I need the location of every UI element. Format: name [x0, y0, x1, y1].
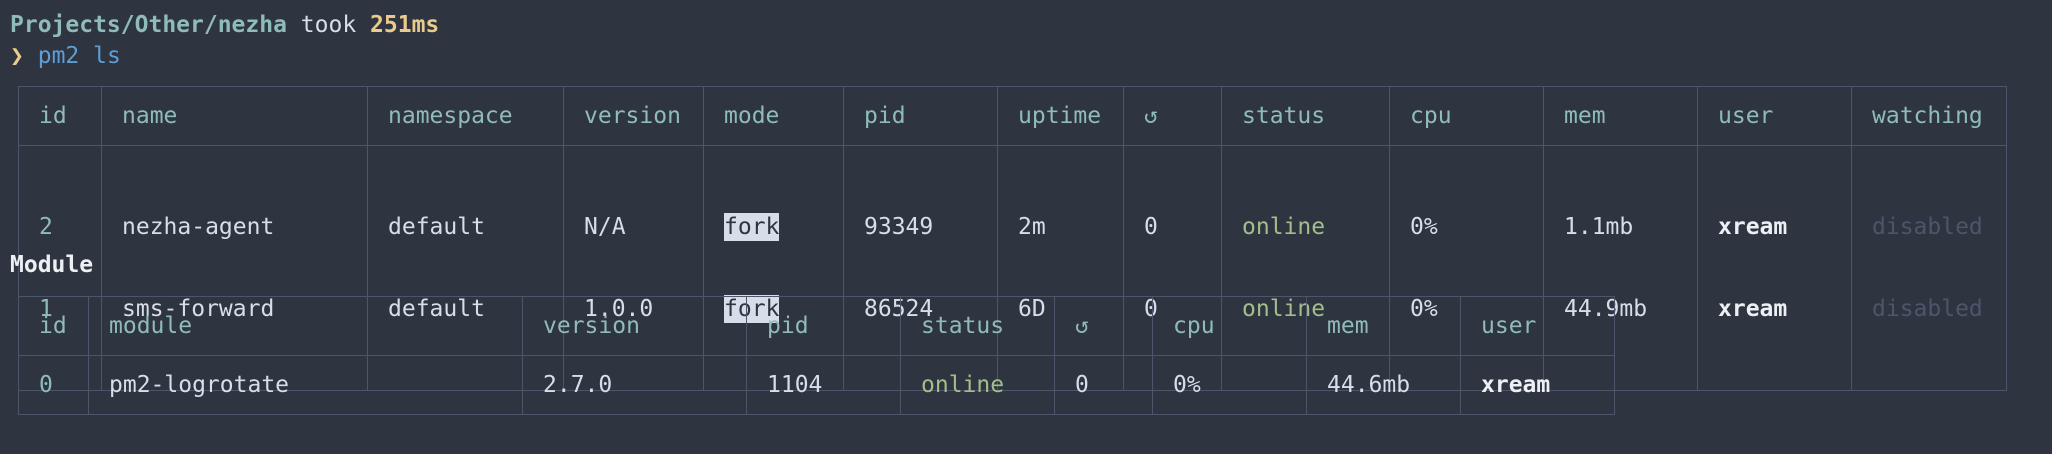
table-row-cell: default — [388, 214, 485, 240]
table-row-cell: 1104 — [767, 372, 823, 398]
table-row-cell: 44.6mb — [1327, 372, 1411, 398]
table-row-cell: N/A — [584, 214, 626, 240]
terminal-window: Projects/Other/nezha took 251ms ❯ pm2 ls… — [0, 0, 2052, 454]
table-row-cell: 1.1mb — [1564, 214, 1634, 240]
table-row-cell: disabled — [1872, 214, 1983, 240]
table-row-cell: 93349 — [864, 214, 934, 240]
col-header-module: module — [88, 296, 523, 356]
cell-status: online — [900, 355, 1055, 415]
col-header-cpu: cpu — [1152, 296, 1307, 356]
took-duration: 251ms — [370, 12, 440, 38]
status-badge: online — [1242, 214, 1326, 240]
table-row-cell: xream — [1718, 214, 1788, 240]
col-header-user: user — [1697, 86, 1852, 146]
table-row: 0 pm2-logrotate 2.7.0 1104 online 0 0% 4… — [18, 355, 1615, 415]
col-header-name: name — [101, 86, 368, 146]
module-table: id module version pid status ↺ cpu mem u… — [18, 296, 1615, 415]
table-row-cell: fork — [724, 212, 843, 242]
col-header-watching: watching — [1851, 86, 2007, 146]
col-header-mem: mem — [1543, 86, 1698, 146]
table-row-cell: xream — [1481, 372, 1551, 398]
table-row-cell: 0% — [1173, 372, 1201, 398]
process-table-header: id name namespace version mode pid uptim… — [18, 86, 2007, 146]
module-table-header: id module version pid status ↺ cpu mem u… — [18, 296, 1615, 356]
col-header-mem: mem — [1306, 296, 1461, 356]
cell-id: 0 — [18, 355, 89, 415]
table-row-cell: xream — [1718, 296, 1788, 322]
took-label: took — [286, 12, 371, 38]
col-header-id: id — [18, 86, 102, 146]
mode-highlight: fork — [724, 213, 780, 241]
col-header-namespace: namespace — [367, 86, 564, 146]
status-badge: online — [921, 372, 1005, 398]
col-header-version: version — [522, 296, 747, 356]
cell-watching: disabled disabled — [1851, 145, 2007, 391]
table-row-cell: 2m — [1018, 214, 1046, 240]
cell-cpu: 0% — [1152, 355, 1307, 415]
col-header-mode: mode — [703, 86, 844, 146]
table-row-cell: 0 — [1144, 214, 1158, 240]
col-header-status: status — [1221, 86, 1390, 146]
cell-restarts: 0 — [1054, 355, 1153, 415]
table-row-cell: 0% — [1410, 214, 1438, 240]
cell-mem: 44.6mb — [1306, 355, 1461, 415]
cell-pid: 1104 — [746, 355, 901, 415]
cell-module: pm2-logrotate — [88, 355, 523, 415]
cell-user: xream — [1460, 355, 1615, 415]
col-header-restarts-icon: ↺ — [1123, 86, 1222, 146]
table-row-cell: 2 — [39, 214, 53, 240]
table-row-cell: 2.7.0 — [543, 372, 613, 398]
col-header-restarts-icon: ↺ — [1054, 296, 1153, 356]
cell-user: xream xream — [1697, 145, 1852, 391]
cell-version: 2.7.0 — [522, 355, 747, 415]
col-header-pid: pid — [843, 86, 998, 146]
col-header-status: status — [900, 296, 1055, 356]
module-section-title: Module — [10, 252, 94, 278]
cwd-path: Projects/Other/nezha — [10, 12, 287, 38]
table-row-cell: pm2-logrotate — [109, 372, 290, 398]
command-args: ls — [79, 43, 121, 69]
status-line: Projects/Other/nezha took 251ms — [10, 10, 2052, 41]
table-row-cell: 0 — [39, 372, 53, 398]
table-row-cell: disabled — [1872, 296, 1983, 322]
col-header-uptime: uptime — [997, 86, 1124, 146]
col-header-cpu: cpu — [1389, 86, 1544, 146]
col-header-user: user — [1460, 296, 1615, 356]
col-header-version: version — [563, 86, 704, 146]
table-row-cell: nezha-agent — [122, 214, 275, 240]
table-row-cell: 0 — [1075, 372, 1089, 398]
prompt-chevron-icon: ❯ — [10, 43, 24, 69]
col-header-pid: pid — [746, 296, 901, 356]
command-name: pm2 — [37, 43, 80, 69]
command-line[interactable]: ❯ pm2 ls — [10, 41, 2052, 72]
col-header-id: id — [18, 296, 89, 356]
